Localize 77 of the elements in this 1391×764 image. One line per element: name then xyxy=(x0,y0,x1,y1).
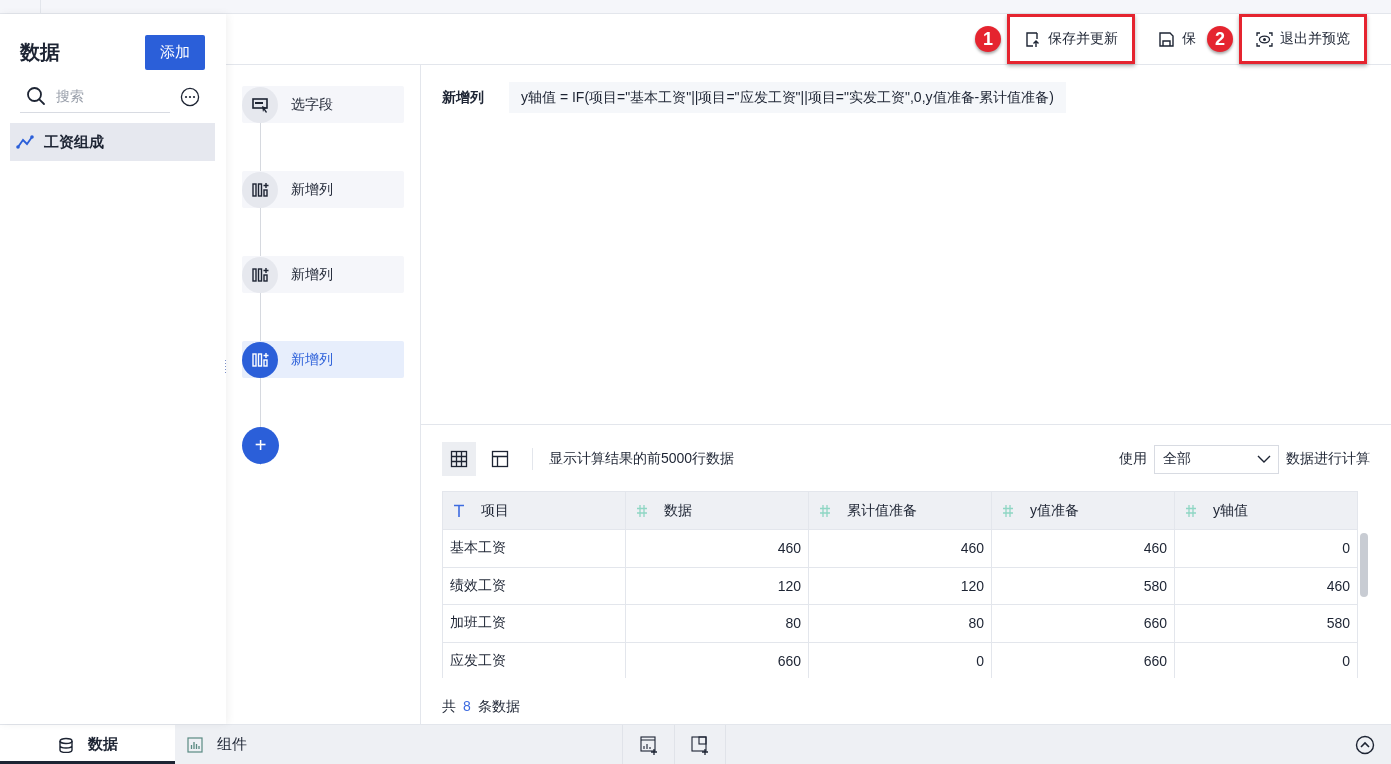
layout-view-icon xyxy=(491,450,509,468)
number-type-icon xyxy=(819,504,831,517)
database-icon xyxy=(57,736,74,753)
add-step-button[interactable]: + xyxy=(242,427,279,464)
table-cell: 460 xyxy=(992,530,1175,567)
cursor-screen-icon xyxy=(251,95,269,114)
view-toggle-button[interactable] xyxy=(442,442,476,476)
line-chart-icon xyxy=(16,135,34,149)
table-cell: 加班工资 xyxy=(443,605,626,642)
eye-icon xyxy=(1256,30,1273,48)
formula-label: 新增列 xyxy=(442,88,484,107)
bottom-tab[interactable]: 数据 xyxy=(0,725,175,764)
column-header[interactable]: 累计值准备 xyxy=(809,492,992,529)
formula-expression[interactable]: y轴值 = IF(项目="基本工资"||项目="应发工资"||项目="实发工资",0,y值准备-累计值准备) xyxy=(509,82,1066,113)
add-chart-icon xyxy=(638,734,659,755)
dataset-item[interactable]: 工资组成 xyxy=(10,123,215,161)
add-button[interactable]: 添加 xyxy=(145,34,205,70)
add-component-button[interactable] xyxy=(674,725,726,764)
step-number-badge: 1 xyxy=(975,26,1001,52)
column-header[interactable]: y轴值 xyxy=(1175,492,1357,529)
bottom-tab[interactable]: 组件 xyxy=(175,725,350,764)
table-cell: 660 xyxy=(992,605,1175,642)
resize-handle[interactable] xyxy=(224,359,228,375)
table-cell: 580 xyxy=(992,567,1175,604)
table-cell: 绩效工资 xyxy=(443,567,626,604)
toolbar-button[interactable]: 退出并预览 xyxy=(1239,14,1367,64)
table-cell: 120 xyxy=(809,567,992,604)
table-cell-text: 460 xyxy=(1325,576,1351,596)
table-cell-text: 0 xyxy=(1341,651,1351,671)
step-item[interactable]: 新增列 xyxy=(242,256,404,293)
step-number-badge: 2 xyxy=(1207,26,1233,52)
toolbar-button[interactable]: 保 xyxy=(1141,14,1201,64)
column-header[interactable]: y值准备 xyxy=(992,492,1175,529)
collapse-up-icon[interactable] xyxy=(1355,734,1375,755)
add-column-icon xyxy=(251,180,269,199)
add-column-icon xyxy=(251,350,269,369)
table-cell: 660 xyxy=(992,642,1175,678)
bar-chart-icon xyxy=(187,736,203,753)
column-header[interactable]: 项目 xyxy=(443,492,626,529)
table-cell-text: 580 xyxy=(1325,614,1351,634)
search-icon xyxy=(26,86,46,106)
add-column-icon xyxy=(251,265,269,284)
table-cell: 460 xyxy=(809,530,992,567)
chevron-down-icon xyxy=(1256,454,1272,464)
total-label: 条数据 xyxy=(477,698,520,716)
step-item[interactable]: 选字段 xyxy=(242,86,404,123)
table-cell: 基本工资 xyxy=(443,530,626,567)
table-cell: 80 xyxy=(626,605,809,642)
save-icon xyxy=(1158,30,1175,48)
scope-label: 使用 xyxy=(1119,450,1147,468)
more-icon[interactable] xyxy=(180,86,200,107)
table-cell-text: 0 xyxy=(1341,539,1351,559)
number-type-icon xyxy=(636,504,648,517)
table-cell: 460 xyxy=(626,530,809,567)
total-count: 8 xyxy=(463,698,471,716)
step-item[interactable]: 新增列 xyxy=(242,171,404,208)
total-label: 共 xyxy=(442,698,456,716)
table-cell: 660 xyxy=(626,642,809,678)
scope-dropdown[interactable]: 全部 xyxy=(1154,444,1279,474)
search-field[interactable]: 搜索 xyxy=(54,87,158,105)
number-type-icon xyxy=(1002,504,1014,517)
text-type-icon xyxy=(453,504,465,517)
panel-title: 数据 xyxy=(20,39,60,65)
preview-caption: 显示计算结果的前5000行数据 xyxy=(549,450,735,468)
table-cell: 0 xyxy=(809,642,992,678)
number-type-icon xyxy=(1185,504,1197,517)
toolbar-button[interactable]: 保存并更新 xyxy=(1007,14,1135,64)
dataset-name: 工资组成 xyxy=(44,132,104,152)
table-cell: 80 xyxy=(809,605,992,642)
column-header[interactable]: 数据 xyxy=(626,492,809,529)
add-component-icon xyxy=(690,734,710,755)
table-cell: 120 xyxy=(626,567,809,604)
table-cell: 应发工资 xyxy=(443,642,626,678)
scope-suffix: 数据进行计算 xyxy=(1286,450,1370,468)
table-view-icon xyxy=(450,450,468,468)
upload-icon xyxy=(1024,30,1041,48)
step-item[interactable]: 新增列 xyxy=(242,341,404,378)
